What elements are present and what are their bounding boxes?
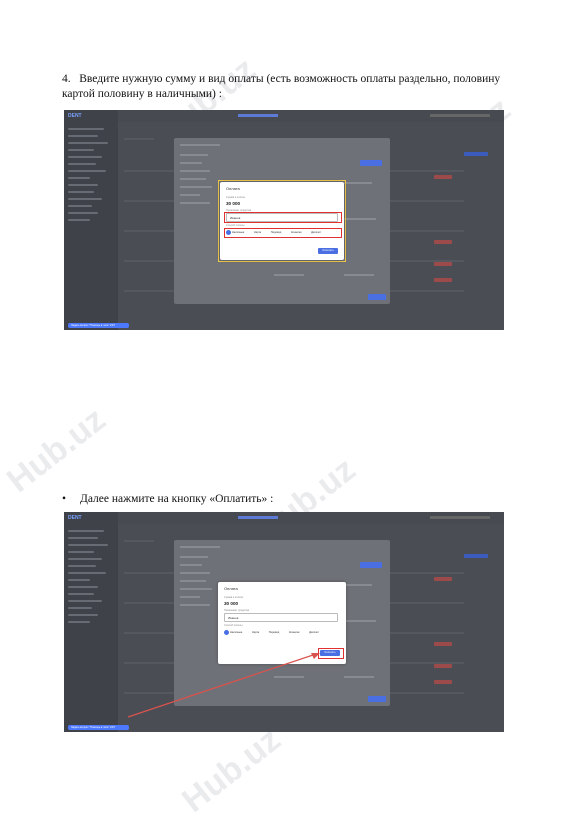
help-chat-button[interactable]: Задать вопрос "Помощь в чате" 24/7 [68,323,129,328]
app-sidebar: DENT [64,110,118,330]
screenshot-payment-form: DENT Оплата Сумма к оплате 30 000 Приним… [64,110,504,330]
step-pay-instruction: • Далее нажмите на кнопку «Оплатить» : [62,492,273,507]
app-logo: DENT [68,113,82,119]
step-4-instruction: 4. Введите нужную сумму и вид оплаты (ес… [62,72,522,102]
method-label: Способ оплаты [226,224,245,227]
bullet: • [62,493,67,505]
payment-amount[interactable]: 30 000 [226,201,240,206]
step-number: 4. [62,73,71,85]
app-topbar [118,110,504,122]
screenshot-pay-button: DENT Оплата Сумма к оплате 30 000 Приним… [64,512,504,732]
help-chat-button[interactable]: Задать вопрос "Помощь в чате" 24/7 [68,725,129,730]
method-highlight [224,228,342,238]
cashier-highlight [224,212,342,223]
step-text: Далее нажмите на кнопку «Оплатить» : [80,493,274,505]
watermark: Hub.uz [175,720,288,820]
pay-button[interactable]: Оплатить [318,248,338,254]
pointer-arrow [127,653,320,718]
dialog-title: Оплата [226,186,240,191]
amount-label: Сумма к оплате [226,196,246,199]
watermark: Hub.uz [0,400,113,500]
step-text: Введите нужную сумму и вид оплаты (есть … [62,73,501,100]
